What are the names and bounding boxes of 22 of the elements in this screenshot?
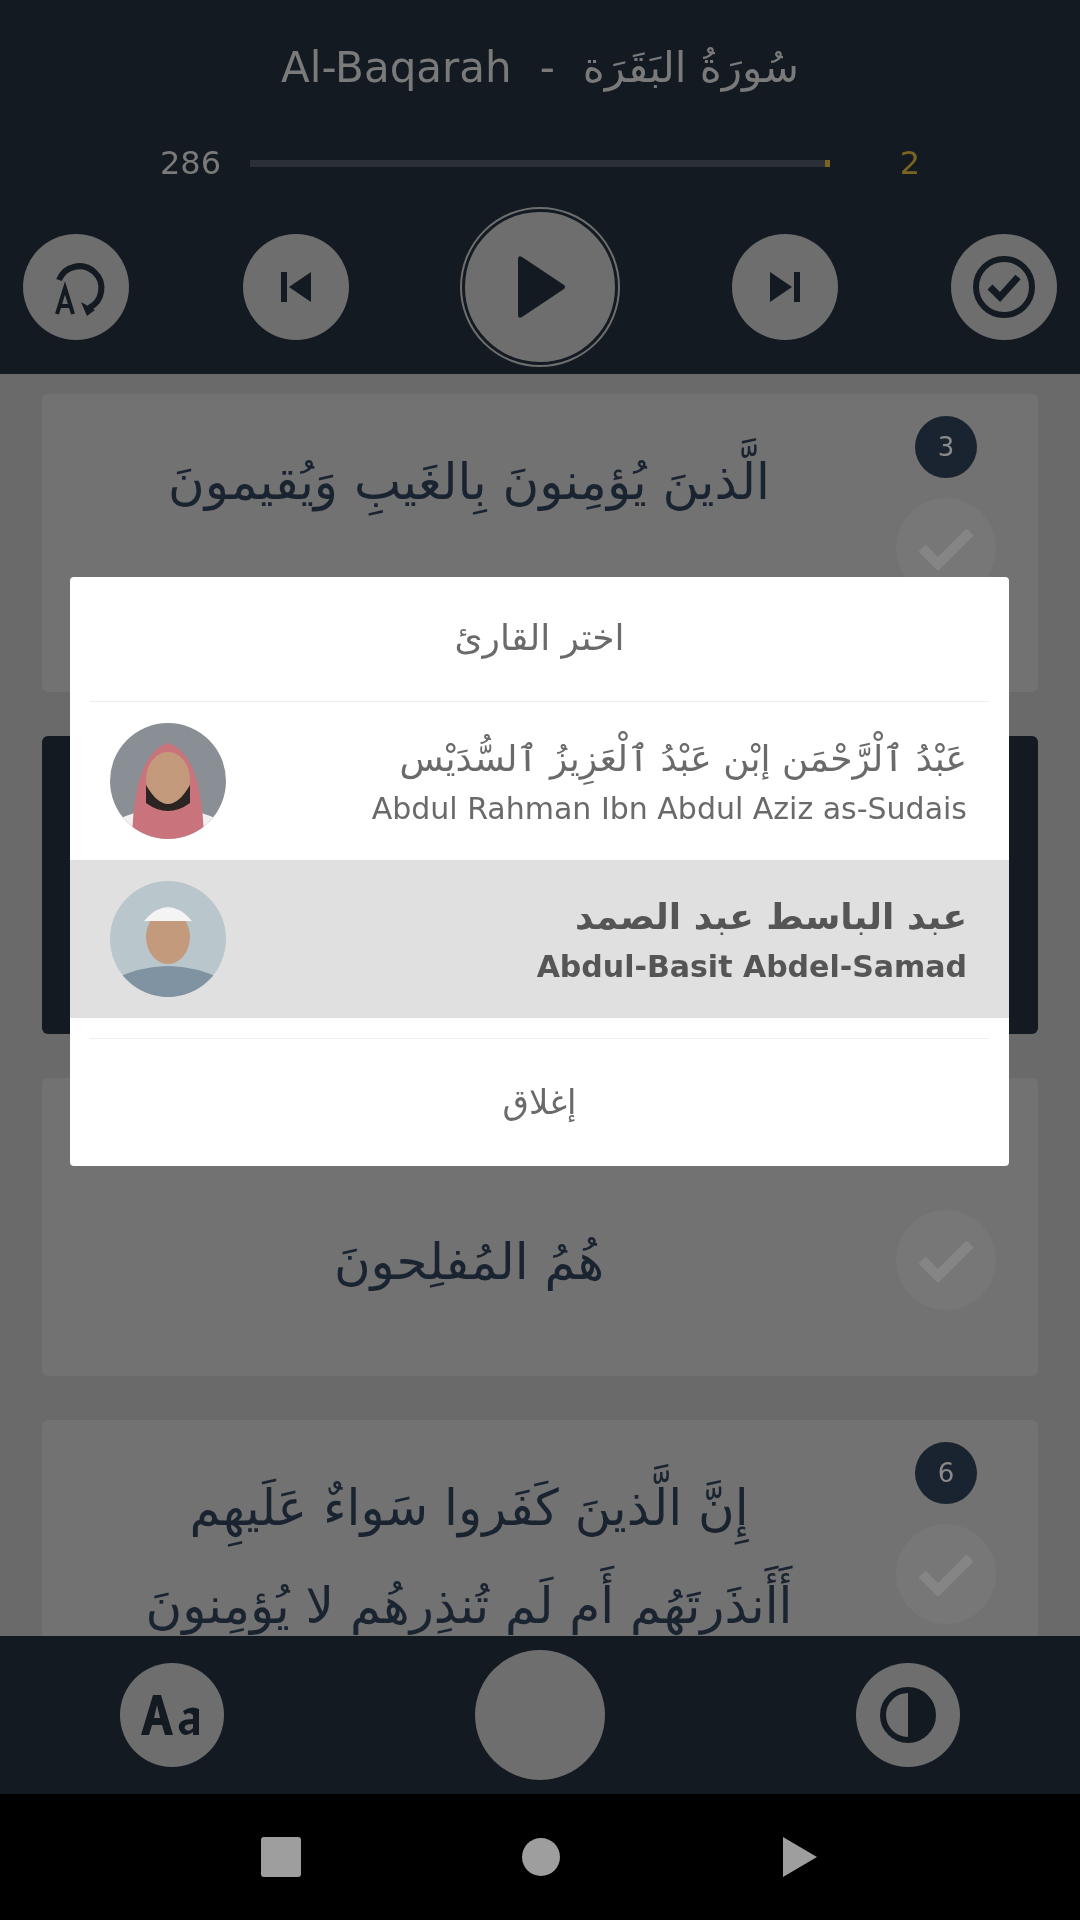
ayah-text: إِنَّ الَّذينَ كَفَروا سَواءٌ عَلَيهِم — [175, 1466, 763, 1550]
reciter-latin-name: Abdul-Basit Abdel-Samad — [536, 947, 967, 986]
recents-button[interactable] — [260, 1837, 301, 1877]
skip-next-icon — [767, 270, 802, 304]
ayah-count: 286 — [160, 143, 223, 184]
ayah-text: هُمُ المُفلِحونَ — [332, 1232, 606, 1293]
surah-arabic-title: سُورَةُ البَقَرَة — [582, 42, 799, 94]
title-separator: - — [539, 42, 555, 94]
dialog-title: اختر القارئ — [453, 616, 626, 661]
reciter-arabic-name: عبد الباسط عبد الصمد — [574, 894, 967, 939]
check-circle-icon — [972, 255, 1036, 319]
ayah-number: 3 — [915, 416, 977, 478]
ayah-text: أَأَنذَرتَهُم أَم لَم تُنذِرهُم لا يُؤمِنونَ — [131, 1564, 807, 1636]
current-ayah: 2 — [898, 143, 920, 184]
reciter-arabic-name: عَبْدُ ٱلْرَّحْمَن إبْن عَبْدُ ٱلْعَزِيزُ ٱلسُّدَيْس — [399, 731, 967, 786]
contrast-icon — [879, 1686, 937, 1744]
ayah-text: الَّذينَ يُؤمِنونَ بِالغَيبِ وَيُقيمونَ — [154, 440, 784, 524]
skip-previous-icon — [278, 270, 313, 304]
reciter-latin-name: Abdul Rahman Ibn Abdul Aziz as-Sudais — [371, 789, 967, 828]
surah-title: Al-Baqarah — [281, 42, 512, 94]
home-button[interactable] — [522, 1838, 560, 1876]
ayah-number: 6 — [915, 1442, 977, 1504]
